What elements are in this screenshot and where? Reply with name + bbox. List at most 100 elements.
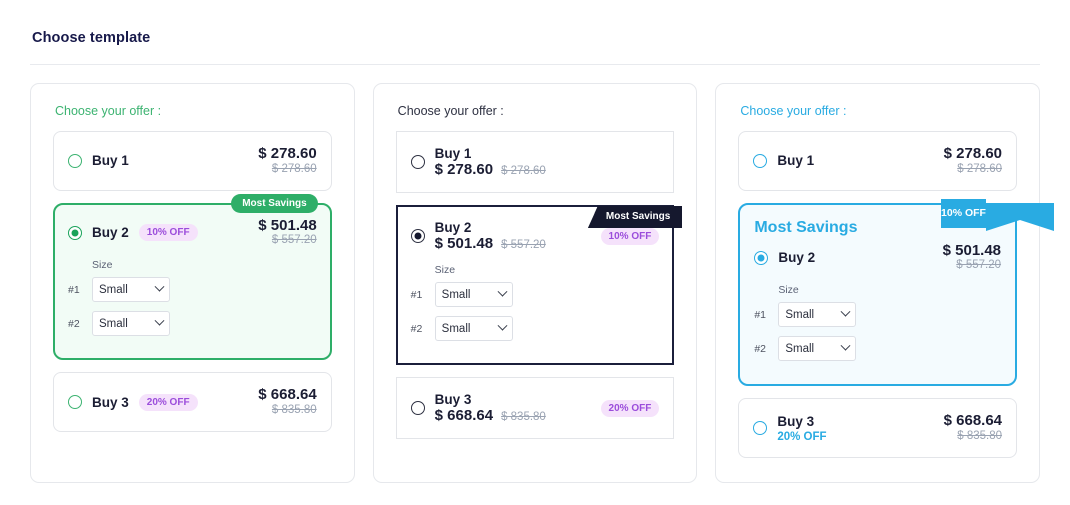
discount-badge: 20% OFF xyxy=(138,393,198,411)
chevron-down-icon xyxy=(154,316,165,326)
offer-row: Buy 1 $ 278.60 $ 278.60 xyxy=(410,146,660,178)
offer-row: Buy 3 20% OFF $ 668.64 $ 835.80 xyxy=(68,387,317,417)
size-row-1: #1 Small xyxy=(68,277,317,303)
offer-price: $ 668.64 xyxy=(943,412,1003,430)
template-card-3[interactable]: Choose your offer : Buy 1 $ 278.60 $ 278… xyxy=(715,83,1054,483)
size-slot-number: #2 xyxy=(68,317,80,330)
size-select-1[interactable]: Small xyxy=(92,277,170,303)
offer-price: $ 501.48 xyxy=(942,241,1002,259)
most-savings-title: Most Savings xyxy=(754,218,858,236)
most-savings-badge: Most Savings xyxy=(231,193,318,213)
offer-option-buy2[interactable]: Most Savings 10% OFF Buy 2 $ 501.48 $ 55… xyxy=(738,198,1054,387)
offer-row: Buy 3 20% OFF $ 668.64 $ 835.80 xyxy=(753,413,1002,443)
offer-prices: $ 668.64 $ 835.80 xyxy=(944,413,1002,443)
offer-price: $ 278.60 xyxy=(434,161,494,178)
size-slot-number: #2 xyxy=(410,322,423,335)
offer-option-buy1[interactable]: Buy 1 $ 278.60 $ 278.60 xyxy=(738,131,1018,191)
most-savings-ribbon: Most Savings xyxy=(587,206,683,228)
discount-badge: 10% OFF xyxy=(600,227,660,245)
offer-option-buy1[interactable]: Buy 1 $ 278.60 $ 278.60 xyxy=(53,131,332,191)
size-slot-number: #1 xyxy=(754,308,767,321)
offer-option-buy1[interactable]: Buy 1 $ 278.60 $ 278.60 xyxy=(395,131,675,193)
offer-old-price: $ 835.80 xyxy=(957,430,1003,443)
radio-buy3[interactable] xyxy=(753,421,768,436)
offer-price: $ 501.48 xyxy=(434,235,494,252)
size-select-2[interactable]: Small xyxy=(778,336,857,362)
offer-price: $ 668.64 xyxy=(434,407,494,424)
radio-buy2[interactable] xyxy=(754,250,769,265)
size-row-2: #2 Small xyxy=(754,336,1001,362)
offer-text: Buy 2 $ 501.48 $ 557.20 xyxy=(435,220,546,252)
offer-qty-label: Buy 3 xyxy=(434,392,472,407)
size-select-2[interactable]: Small xyxy=(434,316,513,341)
offer-qty-label: Buy 1 xyxy=(92,153,129,169)
size-select-2[interactable]: Small xyxy=(92,311,170,337)
offer-option-buy3[interactable]: Buy 3 20% OFF $ 668.64 $ 835.80 xyxy=(738,398,1018,459)
size-slot-number: #1 xyxy=(410,288,423,301)
template-card-1[interactable]: Choose your offer : Buy 1 $ 278.60 $ 278… xyxy=(30,83,355,483)
chevron-down-icon xyxy=(154,282,165,292)
offer-qty-label: Buy 3 xyxy=(777,413,815,429)
offer-old-price: $ 835.80 xyxy=(501,411,546,423)
size-label: Size xyxy=(434,264,456,276)
offer-old-price: $ 278.60 xyxy=(271,162,317,175)
offer-prices: $ 278.60 $ 278.60 xyxy=(944,145,1003,176)
offer-body: Buy 2 $ 501.48 $ 557.20 Size #1 Small #2 xyxy=(740,237,1015,362)
size-row-1: #1 Small xyxy=(411,282,660,307)
offer-old-price: $ 557.20 xyxy=(271,234,317,247)
radio-buy1[interactable] xyxy=(410,155,425,169)
size-row-2: #2 Small xyxy=(68,311,317,337)
offer-heading: Choose your offer : xyxy=(740,104,847,118)
offer-row: Buy 3 $ 668.64 $ 835.80 20% OFF xyxy=(410,392,660,424)
size-select-value: Small xyxy=(785,342,815,355)
offer-prices: $ 501.48 $ 557.20 xyxy=(942,241,1002,273)
offer-qty-label: Buy 2 xyxy=(92,225,129,240)
discount-badge: 10% OFF xyxy=(138,224,198,241)
chevron-down-icon xyxy=(497,286,508,297)
offer-old-price: $ 557.20 xyxy=(501,239,546,251)
offer-old-price: $ 278.60 xyxy=(957,162,1003,175)
chevron-down-icon xyxy=(840,307,851,317)
size-slot-number: #1 xyxy=(68,283,80,296)
offer-option-buy3[interactable]: Buy 3 $ 668.64 $ 835.80 20% OFF xyxy=(395,377,675,439)
offer-heading: Choose your offer : xyxy=(55,104,162,118)
offer-qty-label: Buy 1 xyxy=(777,153,815,169)
radio-buy1[interactable] xyxy=(68,153,82,168)
offer-option-buy2[interactable]: Most Savings Buy 2 $ 501.48 $ 557.20 10%… xyxy=(395,205,683,365)
most-savings-header: Most Savings 10% OFF xyxy=(740,198,1054,237)
offer-row: Buy 2 10% OFF $ 501.48 $ 557.20 xyxy=(68,216,317,248)
offer-price: $ 501.48 xyxy=(258,216,317,234)
offer-heading: Choose your offer : xyxy=(397,104,504,118)
offer-price: $ 278.60 xyxy=(258,145,317,162)
radio-buy3[interactable] xyxy=(410,401,425,415)
offer-prices: $ 501.48 $ 557.20 xyxy=(258,216,317,248)
size-select-value: Small xyxy=(785,308,815,321)
offer-row: Buy 1 $ 278.60 $ 278.60 xyxy=(68,145,317,176)
offer-prices: $ 501.48 $ 557.20 xyxy=(435,235,546,252)
radio-buy2[interactable] xyxy=(68,225,82,240)
offer-option-buy2[interactable]: Most Savings Buy 2 10% OFF $ 501.48 $ 55… xyxy=(53,193,332,361)
size-select-value: Small xyxy=(441,288,471,301)
page-title: Choose template xyxy=(32,30,151,46)
radio-buy2[interactable] xyxy=(410,229,425,243)
offer-qty-label: Buy 2 xyxy=(778,250,816,265)
offer-prices: $ 278.60 $ 278.60 xyxy=(258,145,317,176)
flag-notch-icon xyxy=(985,202,1054,231)
template-list: Choose your offer : Buy 1 $ 278.60 $ 278… xyxy=(0,65,1070,483)
size-label: Size xyxy=(778,284,799,297)
template-card-2[interactable]: Choose your offer : Buy 1 $ 278.60 $ 278… xyxy=(372,83,698,483)
radio-buy3[interactable] xyxy=(68,395,82,410)
size-select-value: Small xyxy=(99,283,128,296)
radio-buy1[interactable] xyxy=(753,153,768,168)
offer-option-buy3[interactable]: Buy 3 20% OFF $ 668.64 $ 835.80 xyxy=(53,372,332,433)
offer-old-price: $ 835.80 xyxy=(271,404,317,417)
size-select-1[interactable]: Small xyxy=(434,282,513,307)
offer-text: Buy 3 20% OFF xyxy=(777,414,826,443)
offer-row: Buy 1 $ 278.60 $ 278.60 xyxy=(753,145,1003,176)
size-select-1[interactable]: Small xyxy=(778,302,857,328)
offer-prices: $ 278.60 $ 278.60 xyxy=(435,161,546,178)
offer-old-price: $ 278.60 xyxy=(501,165,546,177)
chevron-down-icon xyxy=(840,341,851,351)
offer-text: Buy 3 $ 668.64 $ 835.80 xyxy=(435,392,546,424)
discount-flag: 10% OFF xyxy=(941,198,1054,231)
